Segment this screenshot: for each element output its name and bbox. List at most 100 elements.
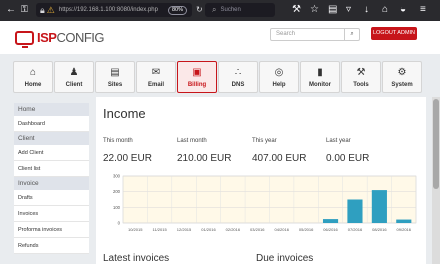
email-icon: ✉ xyxy=(151,66,161,78)
pocket-icon[interactable]: ▿ xyxy=(346,4,351,16)
main-content: Income This month 22.00 EUR Last month 2… xyxy=(96,97,426,264)
module-tools[interactable]: ⚒ Tools xyxy=(341,61,381,93)
help-icon: ◎ xyxy=(274,66,284,78)
y-tick-label: 100 xyxy=(113,205,121,210)
reload-icon[interactable]: ↻ xyxy=(196,5,203,14)
scrollbar-thumb[interactable] xyxy=(433,99,439,189)
income-chart: 0 100 200 300 10/2015 11/2015 12/2015 01/2016 02… xyxy=(113,174,417,232)
due-invoices-heading: Due invoices xyxy=(256,253,314,264)
stat-label-last-year: Last year xyxy=(326,138,351,144)
stat-label-this-year: This year xyxy=(252,138,277,144)
warning-icon: ⚠ xyxy=(46,4,55,15)
page-scrollbar[interactable] xyxy=(432,97,440,264)
y-tick-label: 0 xyxy=(118,221,121,226)
stat-value-this-year: 407.00 EUR xyxy=(252,153,307,164)
x-tick-label: 11/2015 xyxy=(153,227,168,232)
sidebar-item-invoices[interactable]: Invoices xyxy=(14,206,89,222)
module-client[interactable]: ♟ Client xyxy=(54,61,94,93)
sidebar-item-drafts[interactable]: Drafts xyxy=(14,190,89,206)
chart-bar xyxy=(347,199,363,223)
module-label: System xyxy=(391,81,413,88)
module-sites[interactable]: ▤ Sites xyxy=(95,61,135,93)
stat-value-last-year: 0.00 EUR xyxy=(326,153,370,164)
chart-bar xyxy=(371,190,387,223)
x-tick-label: 07/2016 xyxy=(348,227,363,232)
module-label: Help xyxy=(272,81,286,88)
stat-label-last-month: Last month xyxy=(177,138,207,144)
latest-invoices-heading: Latest invoices xyxy=(103,253,170,264)
home-icon: ⌂ xyxy=(29,66,37,78)
module-billing[interactable]: ▣ Billing xyxy=(177,61,217,93)
browser-search-field[interactable]: ⌕ Suchen xyxy=(205,3,275,17)
monitor-icon: ▮ xyxy=(317,66,323,78)
x-tick-label: 01/2016 xyxy=(201,227,216,232)
extension-icon[interactable]: ◒ xyxy=(400,4,406,16)
app-header: ISP CONFIG Search ⌕ LOGOUT ADMIN xyxy=(0,21,440,54)
search-icon: ⌕ xyxy=(212,5,217,14)
url-text: https://192.168.1.100:8080/index.php xyxy=(58,7,158,13)
billing-icon: ▣ xyxy=(192,66,202,78)
header-search-input[interactable]: Search ⌕ xyxy=(270,28,360,41)
menu-icon[interactable]: ≡ xyxy=(420,4,426,16)
sidebar-head-home: Home xyxy=(14,103,89,116)
logo-config-text: CONFIG xyxy=(56,30,105,45)
clipboard-icon[interactable]: ▤ xyxy=(328,4,337,16)
sites-icon: ▤ xyxy=(110,66,120,78)
back-icon[interactable]: ← xyxy=(6,4,16,15)
sidebar-item-proforma[interactable]: Proforma invoices xyxy=(14,222,89,238)
sidebar-head-invoice: Invoice xyxy=(14,177,89,190)
sidebar-item-dashboard[interactable]: Dashboard xyxy=(14,116,89,132)
sidebar-item-add-client[interactable]: Add Client xyxy=(14,145,89,161)
module-label: DNS xyxy=(231,81,245,88)
sidebar: Home Dashboard Client Add Client Client … xyxy=(14,103,89,254)
stat-value-last-month: 210.00 EUR xyxy=(177,153,232,164)
x-tick-label: 06/2016 xyxy=(323,227,338,232)
stat-value-this-month: 22.00 EUR xyxy=(103,153,152,164)
logout-button[interactable]: LOGOUT ADMIN xyxy=(371,27,417,40)
module-nav: ⌂ Home ♟ Client ▤ Sites ✉ Email ▣ Billing ∴ DN… xyxy=(13,61,423,93)
y-tick-label: 300 xyxy=(113,174,121,179)
chart-bar xyxy=(322,219,339,223)
gear-icon: ⚙ xyxy=(397,66,407,78)
x-tick-label: 08/2016 xyxy=(372,227,387,232)
x-tick-label: 10/2015 xyxy=(128,227,143,232)
sidebar-head-client: Client xyxy=(14,132,89,145)
y-tick-label: 200 xyxy=(113,189,121,194)
x-tick-label: 02/2016 xyxy=(226,227,241,232)
bookmark-star-icon[interactable]: ☆ xyxy=(310,4,319,16)
browser-search-placeholder: Suchen xyxy=(220,7,241,13)
monitor-logo-icon xyxy=(15,30,34,48)
stat-label-this-month: This month xyxy=(103,138,133,144)
dns-icon: ∴ xyxy=(234,66,242,78)
tools-icon: ⚒ xyxy=(356,66,366,78)
users-icon: ♟ xyxy=(69,66,79,78)
sidebar-item-refunds[interactable]: Refunds xyxy=(14,238,89,254)
key-icon[interactable]: ⚿ xyxy=(21,4,28,15)
module-label: Email xyxy=(147,81,164,88)
module-help[interactable]: ◎ Help xyxy=(259,61,299,93)
module-email[interactable]: ✉ Email xyxy=(136,61,176,93)
sidebar-item-client-list[interactable]: Client list xyxy=(14,161,89,177)
x-tick-label: 04/2016 xyxy=(274,227,289,232)
x-tick-label: 03/2016 xyxy=(250,227,265,232)
module-home[interactable]: ⌂ Home xyxy=(13,61,53,93)
module-monitor[interactable]: ▮ Monitor xyxy=(300,61,340,93)
module-label: Client xyxy=(65,81,83,88)
module-label: Sites xyxy=(107,81,123,88)
x-tick-label: 12/2015 xyxy=(177,227,192,232)
search-button[interactable]: ⌕ xyxy=(344,28,359,41)
ispconfig-logo[interactable]: ISP CONFIG xyxy=(15,30,105,48)
logo-isp-text: ISP xyxy=(37,30,57,45)
tools-icon[interactable]: ⚒ xyxy=(292,4,301,16)
module-label: Billing xyxy=(187,81,207,88)
x-tick-label: 05/2016 xyxy=(299,227,314,232)
download-icon[interactable]: ↓ xyxy=(364,4,369,16)
module-label: Monitor xyxy=(309,81,331,88)
header-search-placeholder: Search xyxy=(276,31,296,37)
module-dns[interactable]: ∴ DNS xyxy=(218,61,258,93)
zoom-level[interactable]: 80% xyxy=(168,6,187,15)
chart-bar xyxy=(396,219,412,223)
browser-toolbar: ← ⚿ 🔒︎ ⚠ https://192.168.1.100:8080/inde… xyxy=(0,0,440,21)
home-browser-icon[interactable]: ⌂ xyxy=(382,4,388,16)
module-system[interactable]: ⚙ System xyxy=(382,61,422,93)
